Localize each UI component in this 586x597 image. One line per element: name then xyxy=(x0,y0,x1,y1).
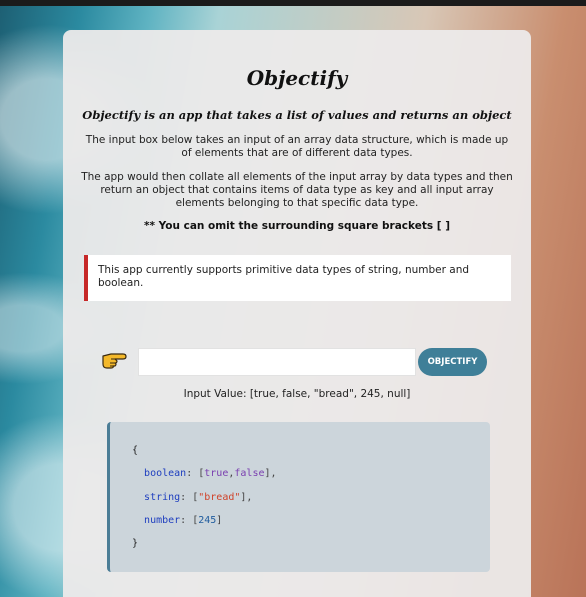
page-subtitle: Objectify is an app that takes a list of… xyxy=(82,108,512,122)
entry-value: 245 xyxy=(198,515,217,526)
entry-value: true xyxy=(204,468,229,479)
support-alert: This app currently supports primitive da… xyxy=(84,255,511,301)
objectify-button[interactable]: OBJECTIFY xyxy=(418,348,487,376)
entry-value: false xyxy=(234,468,265,479)
close-brace: } xyxy=(132,538,139,549)
page-title: Objectify xyxy=(246,66,348,90)
entry-value: "bread" xyxy=(198,492,241,503)
entry-key: string xyxy=(144,492,181,503)
alert-text: This app currently supports primitive da… xyxy=(98,264,470,289)
open-brace: { xyxy=(132,445,139,456)
main-card: Objectify Objectify is an app that takes… xyxy=(63,30,531,597)
output-entry-number: number: [245] xyxy=(144,515,223,526)
entry-key: boolean xyxy=(144,468,187,479)
output-entry-string: string: ["bread"], xyxy=(144,492,253,503)
output-entry-boolean: boolean: [true,false], xyxy=(144,468,277,479)
output-code-block: { boolean: [true,false], string: ["bread… xyxy=(107,422,490,572)
description-input: The input box below takes an input of an… xyxy=(85,134,509,159)
brackets-note: ** You can omit the surrounding square b… xyxy=(143,220,451,232)
description-output: The app would then collate all elements … xyxy=(81,171,513,209)
pointing-hand-icon xyxy=(101,348,127,370)
input-value-display: Input Value: [true, false, "bread", 245,… xyxy=(183,388,411,400)
top-bar xyxy=(0,0,586,6)
array-input[interactable] xyxy=(138,348,416,376)
entry-key: number xyxy=(144,515,181,526)
